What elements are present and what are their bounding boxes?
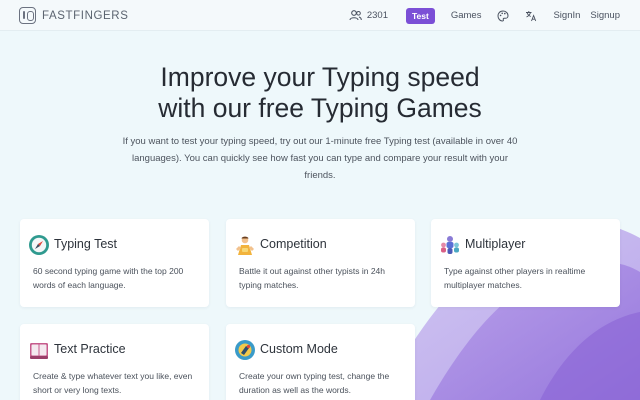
users-icon: [349, 10, 362, 21]
signup-link[interactable]: Signup: [590, 10, 620, 21]
hero-description: If you want to test your typing speed, t…: [122, 136, 518, 181]
card-title: Multiplayer: [465, 237, 526, 251]
logo-text: FASTFINGERS: [42, 9, 129, 22]
users-count: 2301: [366, 10, 388, 21]
theme-button[interactable]: [497, 9, 509, 22]
card-multiplayer[interactable]: Multiplayer Type against other players i…: [431, 219, 620, 307]
card-description: Battle it out against other typists in 2…: [239, 266, 386, 290]
card-title: Typing Test: [54, 237, 118, 251]
logo[interactable]: FASTFINGERS: [19, 7, 128, 24]
book-icon: [30, 343, 48, 359]
online-users: 2301: [349, 10, 388, 21]
logo-icon: [19, 7, 36, 24]
group-players-icon: [441, 236, 459, 254]
card-competition[interactable]: Competition Battle it out against other …: [226, 219, 415, 307]
hero-title: Improve your Typing speed with our free …: [0, 62, 640, 124]
hero-title-line2: with our free Typing Games: [158, 93, 482, 123]
top-navigation-bar: FASTFINGERS 2301 Test Games SignIn Signu…: [0, 0, 640, 31]
card-typing-test[interactable]: Typing Test 60 second typing game with t…: [20, 219, 209, 307]
custom-gear-icon: [235, 340, 255, 360]
signin-link[interactable]: SignIn: [553, 10, 580, 21]
compass-icon: [29, 235, 49, 255]
card-description: Type against other players in realtime m…: [444, 266, 586, 290]
card-title: Text Practice: [54, 342, 126, 356]
translate-icon: [526, 10, 537, 21]
card-description: Create & type whatever text you like, ev…: [33, 371, 193, 395]
games-link[interactable]: Games: [451, 10, 482, 21]
card-title: Custom Mode: [260, 342, 338, 356]
card-description: Create your own typing test, change the …: [239, 371, 390, 395]
card-text-practice[interactable]: Text Practice Create & type whatever tex…: [20, 324, 209, 400]
hero-title-line1: Improve your Typing speed: [160, 62, 480, 92]
nav-menu: 2301 Test Games SignIn Signup: [349, 0, 620, 31]
language-button[interactable]: [525, 10, 537, 22]
trophy-person-icon: [236, 236, 254, 255]
card-title: Competition: [260, 237, 327, 251]
palette-icon: [497, 9, 509, 22]
test-button[interactable]: Test: [405, 7, 435, 24]
card-custom-mode[interactable]: Custom Mode Create your own typing test,…: [226, 324, 415, 400]
card-description: 60 second typing game with the top 200 w…: [33, 266, 184, 290]
